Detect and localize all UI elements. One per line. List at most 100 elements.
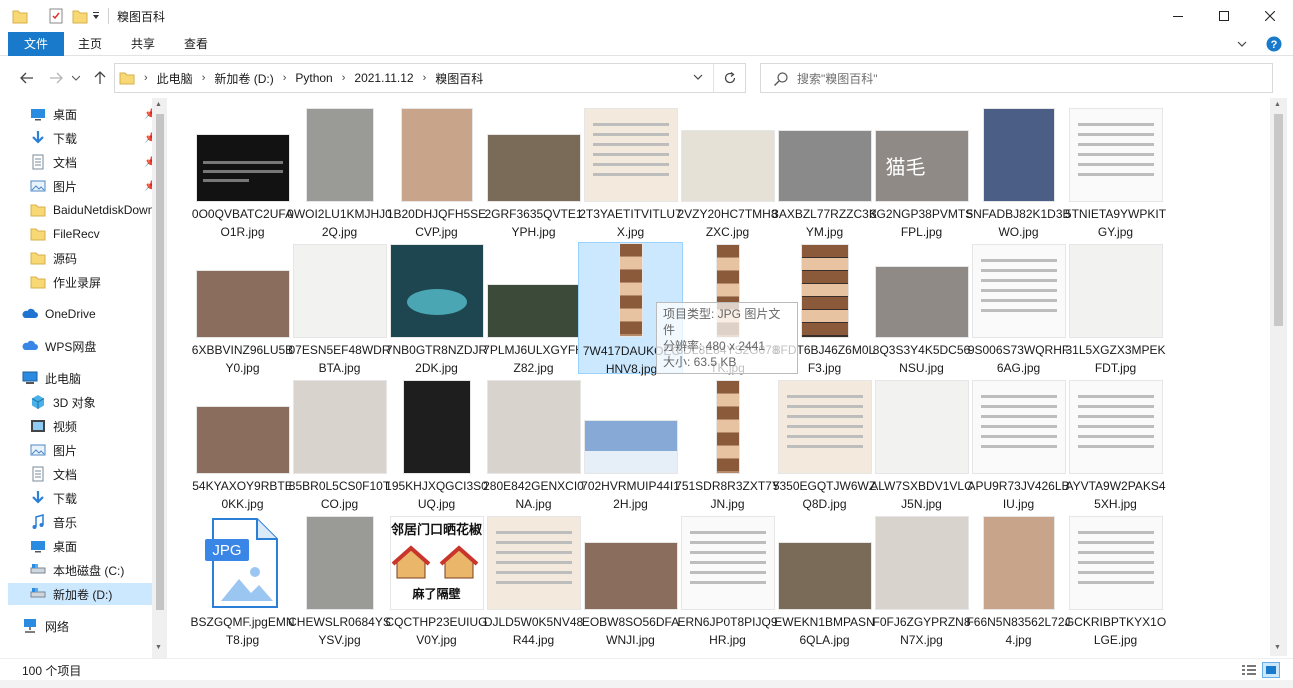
file-item[interactable]: 280E842GENXCI0NA.jpg	[481, 378, 586, 511]
tab-home[interactable]: 主页	[70, 32, 110, 56]
file-item[interactable]: 9S006S73WQRHF6AG.jpg	[966, 242, 1071, 375]
file-item[interactable]: 195KHJXQGCI3S0UQ.jpg	[384, 378, 489, 511]
scroll-up-arrow-icon[interactable]: ▲	[1274, 101, 1281, 108]
new-folder-icon[interactable]	[72, 7, 88, 25]
breadcrumb-separator[interactable]: ›	[418, 72, 432, 84]
search-box[interactable]	[760, 63, 1273, 93]
breadcrumb-separator[interactable]: ›	[197, 72, 211, 84]
file-item[interactable]: 7PLMJ6ULXGYFHZ82.jpg	[481, 242, 586, 375]
sidebar-item[interactable]: 桌面	[8, 535, 152, 557]
properties-icon[interactable]	[48, 7, 64, 25]
file-item[interactable]: 5NFADBJ82K1D3BWO.jpg	[966, 106, 1071, 239]
sidebar-item[interactable]: 源码	[8, 247, 152, 269]
file-item[interactable]: 0WOI2LU1KMJHJ02Q.jpg	[287, 106, 392, 239]
back-button[interactable]	[17, 68, 37, 88]
breadcrumb-current-folder[interactable]: 糗图百科	[431, 70, 487, 87]
address-dropdown-icon[interactable]	[693, 73, 703, 81]
breadcrumb-separator[interactable]: ›	[139, 72, 153, 84]
sidebar-scroll-thumb[interactable]	[156, 114, 164, 610]
sidebar-item[interactable]: WPS网盘	[8, 335, 152, 357]
file-item[interactable]: EWEKN1BMPASN6QLA.jpg	[772, 514, 877, 647]
file-item[interactable]: ALW7SXBDV1VLCJ5N.jpg	[869, 378, 974, 511]
tab-file[interactable]: 文件	[8, 32, 64, 56]
file-item[interactable]: DJLD5W0K5NV48R44.jpg	[481, 514, 586, 647]
sidebar-item[interactable]: FileRecv	[8, 223, 152, 245]
tab-view[interactable]: 查看	[176, 32, 216, 56]
file-item[interactable]: JPG BSZGQMF.jpgEMNT8.jpg	[190, 514, 295, 647]
file-item[interactable]: 751SDR8R3ZXT7YJN.jpg	[675, 378, 780, 511]
minimize-button[interactable]	[1155, 0, 1201, 32]
content-scrollbar[interactable]: ▲ ▼	[1270, 98, 1287, 656]
file-item[interactable]: 猫毛 3G2NGP38PVMTSFPL.jpg	[869, 106, 974, 239]
sidebar-item[interactable]: 桌面 📌	[8, 103, 152, 125]
close-button[interactable]	[1247, 0, 1293, 32]
file-item[interactable]: 85BR0L5CS0F10TCO.jpg	[287, 378, 392, 511]
breadcrumb-date-folder[interactable]: 2021.11.12	[350, 71, 417, 85]
file-item[interactable]: 3AXBZL77RZZC3KYM.jpg	[772, 106, 877, 239]
sidebar-item[interactable]: 作业录屏	[8, 271, 152, 293]
sidebar-item[interactable]: BaiduNetdiskDownload	[8, 199, 152, 221]
content-scroll-thumb[interactable]	[1274, 114, 1283, 326]
tab-share[interactable]: 共享	[123, 32, 163, 56]
sidebar-item[interactable]: 下载 📌	[8, 127, 152, 149]
up-button[interactable]	[90, 68, 110, 88]
file-item[interactable]: GCKRIBPTKYX1OLGE.jpg	[1063, 514, 1168, 647]
file-item[interactable]: ERN6JP0T8PIJQ9HR.jpg	[675, 514, 780, 647]
file-item[interactable]: 1B20DHJQFH5SECVP.jpg	[384, 106, 489, 239]
sidebar-item[interactable]: OneDrive	[8, 303, 152, 325]
file-item[interactable]: CHEWSLR0684YSYSV.jpg	[287, 514, 392, 647]
file-item[interactable]: 7NB0GTR8NZDJR2DK.jpg	[384, 242, 489, 375]
scroll-down-arrow-icon[interactable]: ▼	[155, 644, 162, 651]
search-input[interactable]	[797, 70, 1257, 88]
file-item[interactable]: F66N5N83562L72J4.jpg	[966, 514, 1071, 647]
sidebar-item[interactable]: 图片	[8, 439, 152, 461]
file-item[interactable]: 702HVRMUIP44I12H.jpg	[578, 378, 683, 511]
maximize-button[interactable]	[1201, 0, 1247, 32]
breadcrumb-separator[interactable]: ›	[337, 72, 351, 84]
scroll-down-arrow-icon[interactable]: ▼	[1274, 644, 1281, 651]
file-item[interactable]: 2GRF3635QVTE1YPH.jpg	[481, 106, 586, 239]
customize-toolbar-icon[interactable]	[91, 7, 101, 25]
sidebar-item[interactable]: 网络	[8, 615, 152, 637]
sidebar-item[interactable]: 新加卷 (D:)	[8, 583, 152, 605]
details-view-icon[interactable]	[1240, 662, 1258, 678]
forward-button[interactable]	[46, 68, 66, 88]
breadcrumb-drive-d[interactable]: 新加卷 (D:)	[210, 70, 277, 87]
help-icon[interactable]: ?	[1266, 36, 1282, 52]
breadcrumb-python[interactable]: Python	[291, 71, 336, 85]
sidebar-item[interactable]: 本地磁盘 (C:)	[8, 559, 152, 581]
file-item[interactable]: 2T3YAETITVITLU7X.jpg	[578, 106, 683, 239]
recent-locations-button[interactable]	[69, 68, 83, 88]
breadcrumb-this-pc[interactable]: 此电脑	[153, 70, 197, 87]
file-item[interactable]: 5350EGQTJW6WZQ8D.jpg	[772, 378, 877, 511]
sidebar-item[interactable]: 此电脑	[8, 367, 152, 389]
file-item[interactable]: F0FJ6ZGYPRZN8N7X.jpg	[869, 514, 974, 647]
file-item[interactable]: EOBW8SO56DFAWNJI.jpg	[578, 514, 683, 647]
sidebar-item[interactable]: 视频	[8, 415, 152, 437]
file-item[interactable]: 8Q3S3Y4K5DC56NSU.jpg	[869, 242, 974, 375]
large-icons-view-icon[interactable]	[1262, 662, 1280, 678]
expand-ribbon-icon[interactable]	[1236, 39, 1248, 49]
file-item[interactable]: AYVTA9W2PAKS45XH.jpg	[1063, 378, 1168, 511]
sidebar-item[interactable]: 文档	[8, 463, 152, 485]
file-item[interactable]: APU9R73JV426LBIU.jpg	[966, 378, 1071, 511]
address-bar[interactable]: › 此电脑 › 新加卷 (D:) › Python › 2021.11.12 ›…	[114, 63, 746, 93]
file-item[interactable]: 2VZY20HC7TMH8ZXC.jpg	[675, 106, 780, 239]
scroll-up-arrow-icon[interactable]: ▲	[155, 101, 162, 108]
file-item[interactable]: 07ESN5EF48WDRBTA.jpg	[287, 242, 392, 375]
file-item[interactable]: 31L5XGZX3MPEKFDT.jpg	[1063, 242, 1168, 375]
sidebar-item[interactable]: 下载	[8, 487, 152, 509]
file-item[interactable]: 5TNIETA9YWPKITGY.jpg	[1063, 106, 1168, 239]
sidebar-item[interactable]: 3D 对象	[8, 391, 152, 413]
file-item[interactable]: 0O0QVBATC2UFAO1R.jpg	[190, 106, 295, 239]
file-item[interactable]: 邻居门口晒花椒 麻了隔壁 CQCTHP23EUIUGV0Y.jpg	[384, 514, 489, 647]
sidebar-item[interactable]: 图片 📌	[8, 175, 152, 197]
refresh-button[interactable]	[713, 64, 745, 92]
file-item[interactable]: 54KYAXOY9RBTE0KK.jpg	[190, 378, 295, 511]
sidebar-item[interactable]: 文档 📌	[8, 151, 152, 173]
file-thumbnail	[401, 109, 472, 201]
sidebar-item[interactable]: 音乐	[8, 511, 152, 533]
breadcrumb-separator[interactable]: ›	[278, 72, 292, 84]
file-item[interactable]: 6XBBVINZ96LU5BY0.jpg	[190, 242, 295, 375]
sidebar-scrollbar[interactable]: ▲ ▼	[152, 98, 167, 658]
